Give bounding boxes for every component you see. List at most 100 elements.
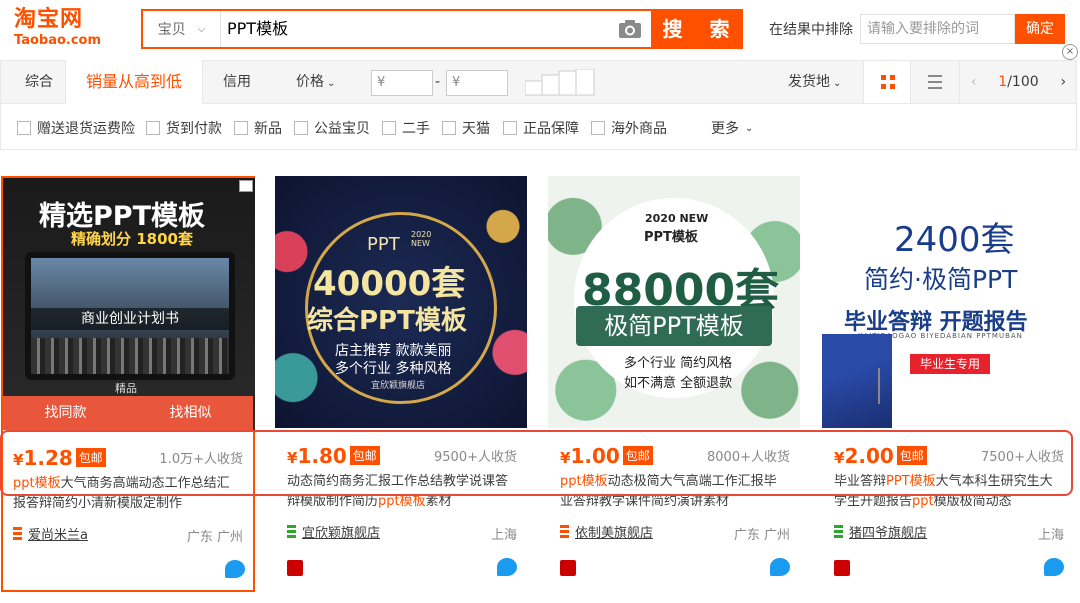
chevron-down-icon: ⌄ [833,78,842,89]
shop-name: 猪四爷旗舰店 [849,526,928,541]
find-same-button[interactable]: 找同款 [3,396,128,430]
sort-default[interactable]: 综合 [25,61,53,103]
filter-label: 公益宝贝 [314,121,370,137]
checkbox[interactable] [234,121,248,135]
shop-icon [834,525,843,538]
page-indicator: 1/100 [998,74,1038,90]
image-line-2: 多个行业 多种风格 [335,361,452,377]
title-highlight: ppt模板 [378,494,426,509]
chevron-down-icon: ⌄ [745,122,754,134]
shop-link[interactable]: 宜欣颖旗舰店 [287,522,380,541]
product-card[interactable]: PPT 2020 NEW 40000套 综合PPT模板 店主推荐 款款美丽 多个… [275,176,529,592]
list-view-icon[interactable] [911,61,959,103]
product-image[interactable]: 精选PPT模板 精确划分 1800套 商业创业计划书 精品 [3,178,255,430]
filter-more[interactable]: 更多 ⌄ [711,118,753,138]
image-top: PPT [367,234,400,255]
location: 上海 [490,528,517,543]
search-button[interactable]: 搜 索 [651,9,743,49]
price-separator: - [435,74,441,90]
filter-label: 二手 [402,121,430,137]
filter-charity[interactable]: 公益宝贝 [294,118,370,138]
wangwang-chat-icon[interactable] [225,560,245,578]
checkbox[interactable] [382,121,396,135]
price-from-input[interactable]: ¥ [371,70,433,96]
filter-more-label: 更多 [711,121,739,137]
price-to-input[interactable]: ¥ [446,70,508,96]
chevron-down-icon: ⌄ [327,78,336,89]
prev-page-icon[interactable]: ‹ [971,74,977,90]
page-current: 1 [998,74,1008,90]
product-card[interactable]: 精选PPT模板 精确划分 1800套 商业创业计划书 精品 找同款 找相似 ¥1… [1,176,255,592]
search-box: 宝贝 ⌵ PPT模板 搜 索 [141,9,743,49]
image-line-1: 多个行业 简约风格 [624,356,733,371]
exclude-confirm-button[interactable]: 确定 [1015,14,1065,44]
location: 上海 [1037,528,1064,543]
image-shop: 宜欣颖旗舰店 [371,381,426,391]
image-top: PPT模板 [644,230,698,245]
logo-cn: 淘宝网 [14,7,84,32]
shop-link[interactable]: 爱尚米兰a [13,524,88,543]
shop-icon [287,525,296,538]
origin-filter[interactable]: 发货地 ⌄ [788,61,841,103]
filter-tmall[interactable]: 天猫 [442,118,490,138]
sort-credit[interactable]: 信用 [223,61,251,103]
wangwang-chat-icon[interactable] [1044,558,1064,576]
chevron-down-icon: ⌵ [197,23,206,35]
pager: ‹ 1/100 › [959,61,1077,103]
page-total: /100 [1007,74,1039,90]
filter-overseas[interactable]: 海外商品 [591,118,667,138]
search-scope-select[interactable]: 宝贝 ⌵ [143,11,221,47]
filter-cod[interactable]: 货到付款 [146,118,222,138]
product-image[interactable]: 2400套 简约·极简PPT 毕业答辩 开题报告 KAITIBAOGAO BIY… [822,176,1074,428]
sort-price[interactable]: 价格 ⌄ [296,61,335,103]
checkbox[interactable] [591,121,605,135]
shop-icon [560,525,569,538]
image-brand: 精品 [115,382,137,395]
image-new: 2020 NEW [645,212,709,225]
filter-secondhand[interactable]: 二手 [382,118,430,138]
sort-price-label: 价格 [296,74,324,90]
title-text-c: 模版极简动态 [933,494,1012,509]
laptop-screen: 商业创业计划书 [25,252,235,380]
image-subtitle: 极简PPT模板 [576,306,772,346]
search-input[interactable]: PPT模板 [227,11,627,47]
sort-bar: 综合 销量从高到低 信用 价格 ⌄ ¥ - ¥ 发货地 ⌄ ‹ 1/100 › [0,60,1077,104]
product-card[interactable]: 2020 NEW PPT模板 88000套 极简PPT模板 多个行业 简约风格 … [548,176,802,592]
image-caption: 商业创业计划书 [31,308,229,330]
shop-name: 宜欣颖旗舰店 [302,526,381,541]
image-badge: 毕业生专用 [910,354,990,374]
shop-link[interactable]: 依制美旗舰店 [560,522,653,541]
product-card[interactable]: 2400套 简约·极简PPT 毕业答辩 开题报告 KAITIBAOGAO BIY… [822,176,1076,592]
find-similar-button[interactable]: 找相似 [128,396,253,430]
image-subtitle: 简约·极简PPT [864,265,1018,294]
title-text-b: 素材 [425,494,452,509]
exclude-input[interactable]: 请输入要排除的词 [860,14,1015,44]
filter-genuine[interactable]: 正品保障 [503,118,579,138]
grid-view-icon[interactable] [863,61,911,103]
wangwang-chat-icon[interactable] [497,558,517,576]
tmall-badge-icon [560,560,576,576]
checkbox[interactable] [146,121,160,135]
next-page-icon[interactable]: › [1060,74,1066,90]
filter-shipping-insurance[interactable]: 赠送退货运费险 [17,118,135,138]
image-subtitle: 精确划分 1800套 [71,230,193,248]
close-icon[interactable]: × [1062,44,1078,60]
product-image[interactable]: 2020 NEW PPT模板 88000套 极简PPT模板 多个行业 简约风格 … [548,176,800,428]
similar-icon[interactable] [239,180,253,192]
shop-link[interactable]: 猪四爷旗舰店 [834,522,927,541]
price-range-icon[interactable] [524,68,595,96]
image-line-1: 店主推荐 款款美丽 [335,343,452,359]
wangwang-chat-icon[interactable] [770,558,790,576]
checkbox[interactable] [17,121,31,135]
sort-sales[interactable]: 销量从高到低 [65,60,203,104]
camera-icon[interactable] [617,17,643,41]
location: 广东 广州 [733,528,790,543]
taobao-logo[interactable]: 淘宝网 Taobao.com [14,7,114,53]
location: 广东 广州 [186,530,243,545]
checkbox[interactable] [294,121,308,135]
checkbox[interactable] [442,121,456,135]
highlight-annotation [0,430,1073,496]
product-image[interactable]: PPT 2020 NEW 40000套 综合PPT模板 店主推荐 款款美丽 多个… [275,176,527,428]
checkbox[interactable] [503,121,517,135]
filter-new[interactable]: 新品 [234,118,282,138]
